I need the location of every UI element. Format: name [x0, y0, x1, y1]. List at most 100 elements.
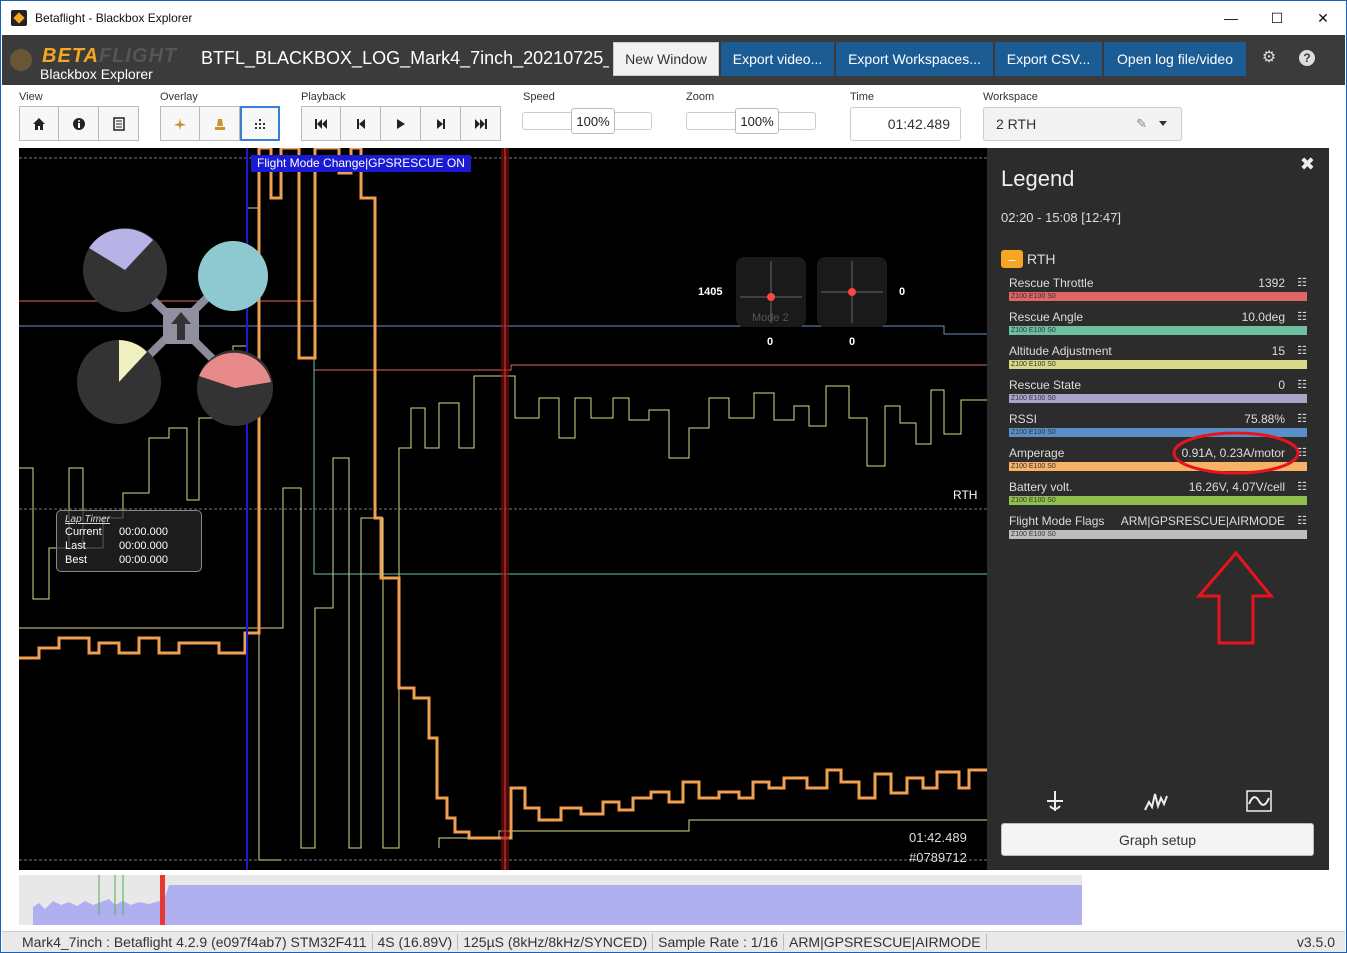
export-video-button[interactable]: Export video... [721, 42, 834, 76]
left-stick-bottom-value: 0 [767, 336, 774, 348]
zoom-slider[interactable]: 100% [686, 108, 816, 134]
speed-slider[interactable]: 100% [522, 108, 652, 134]
left-stick-value: 1405 [698, 286, 723, 298]
pencil-icon[interactable]: ✎ [1136, 116, 1147, 132]
lap-timer: Lap Timer Current 00:00.000 Last 00:00.000… [56, 510, 202, 572]
status-bar: Mark4_7inch : Betaflight 4.2.9 (e097f4ab… [2, 931, 1345, 952]
legend-item-name: Rescue Throttle [1009, 276, 1094, 290]
view-group [19, 106, 139, 141]
craft-icon[interactable] [160, 106, 200, 141]
legend-item[interactable]: Rescue State 0 ☷ Z100 E100 S0 [1009, 378, 1307, 408]
status-version: v3.5.0 [1296, 934, 1335, 950]
chevron-down-icon[interactable] [1159, 121, 1167, 126]
legend-item-name: Amperage [1009, 446, 1065, 460]
graph-canvas[interactable]: Flight Mode Change|GPSRESCUE ON Mode 2 1… [19, 148, 987, 870]
anchor-icon[interactable] [1042, 788, 1068, 820]
flight-mode-change-label: Flight Mode Change|GPSRESCUE ON [251, 155, 471, 172]
legend-item[interactable]: Rescue Angle 10.0deg ☷ Z100 E100 S0 [1009, 310, 1307, 340]
legend-group[interactable]: – RTH [1001, 250, 1056, 268]
annotation-overlay [1172, 431, 1300, 645]
info-icon[interactable] [59, 106, 99, 141]
overlay-group [160, 106, 280, 141]
histogram-icon[interactable]: ☷ [1297, 378, 1307, 391]
legend-title: Legend [1001, 166, 1075, 191]
skip-end-icon[interactable] [461, 106, 501, 141]
status-looptime: 125µS (8kHz/8kHz/SYNCED) [458, 934, 654, 950]
table-icon[interactable] [240, 106, 280, 141]
skip-start-icon[interactable] [301, 106, 341, 141]
workspace-select[interactable]: 2 RTH ✎ [983, 107, 1182, 141]
playback-group [301, 106, 501, 141]
rth-label: RTH [953, 488, 978, 502]
mode-label: Mode 2 [752, 312, 789, 324]
close-button[interactable]: ✕ [1300, 1, 1346, 35]
export-workspaces-button[interactable]: Export Workspaces... [836, 42, 993, 76]
app-header: BETAFLIGHT Blackbox Explorer BTFL_BLACKB… [2, 35, 1345, 85]
legend-item-value: 1392 [1258, 276, 1285, 290]
legend-item-bar: Z100 E100 S0 [1009, 292, 1307, 301]
graph-frame-number: #0789712 [909, 850, 967, 865]
home-icon[interactable] [19, 106, 59, 141]
legend-item-name: Rescue Angle [1009, 310, 1084, 324]
seek-bar[interactable] [19, 875, 1082, 925]
close-icon[interactable]: ✖ [1300, 154, 1315, 175]
seek-bar-overview [33, 875, 1082, 925]
overlay-label: Overlay [160, 91, 198, 103]
status-sample-rate: Sample Rate : 1/16 [653, 934, 784, 950]
app-window: Betaflight - Blackbox Explorer — ☐ ✕ BET… [0, 0, 1347, 953]
legend-item-bar: Z100 E100 S0 [1009, 360, 1307, 369]
legend-item-name: Battery volt. [1009, 480, 1073, 494]
maximize-button[interactable]: ☐ [1254, 1, 1300, 35]
minimize-button[interactable]: — [1208, 1, 1254, 35]
help-icon[interactable]: ? [1299, 50, 1315, 66]
collapse-icon[interactable]: – [1001, 250, 1023, 268]
workspace-value: 2 RTH [996, 116, 1037, 132]
open-log-button[interactable]: Open log file/video [1104, 42, 1246, 76]
legend-item-bar: Z100 E100 S0 [1009, 326, 1307, 335]
export-csv-button[interactable]: Export CSV... [995, 42, 1102, 76]
right-stick-bottom-value: 0 [849, 336, 856, 348]
legend-item-value: 15 [1271, 344, 1285, 358]
speed-value[interactable]: 100% [571, 108, 615, 134]
legend-item-name: Flight Mode Flags [1009, 514, 1105, 528]
playback-label: Playback [301, 91, 346, 103]
quad-overlay [77, 228, 273, 426]
status-flight-mode: ARM|GPSRESCUE|AIRMODE [784, 934, 987, 950]
spectrum-icon[interactable] [1143, 788, 1169, 820]
step-forward-icon[interactable] [421, 106, 461, 141]
histogram-icon[interactable]: ☷ [1297, 276, 1307, 289]
status-battery: 4S (16.89V) [373, 934, 459, 950]
status-firmware: Mark4_7inch : Betaflight 4.2.9 (e097f4ab… [2, 934, 373, 950]
list-icon[interactable] [99, 106, 139, 141]
legend-item-value: 10.0deg [1241, 310, 1285, 324]
legend-item[interactable]: Rescue Throttle 1392 ☷ Z100 E100 S0 [1009, 276, 1307, 306]
legend-item-name: RSSI [1009, 412, 1038, 426]
sticks-icon[interactable] [200, 106, 240, 141]
zoom-value[interactable]: 100% [735, 108, 779, 134]
legend-item-value: 0 [1278, 378, 1285, 392]
right-stick-box [817, 257, 887, 327]
gear-icon[interactable]: ⚙ [1260, 49, 1278, 67]
title-bar: Betaflight - Blackbox Explorer — ☐ ✕ [1, 1, 1346, 35]
right-stick-value: 0 [899, 286, 906, 298]
legend-range: 02:20 - 15:08 [12:47] [1001, 210, 1121, 225]
window-title: Betaflight - Blackbox Explorer [35, 11, 193, 25]
sine-wave-icon[interactable] [1246, 788, 1272, 820]
toolbar: View Overlay Playback Speed 100% Zoom 10… [2, 85, 1345, 147]
new-window-button[interactable]: New Window [613, 42, 719, 76]
time-label: Time [850, 91, 875, 103]
logo-subtitle: Blackbox Explorer [40, 66, 153, 82]
graph-setup-button[interactable]: Graph setup [1001, 823, 1314, 856]
legend-item-name: Rescue State [1009, 378, 1082, 392]
log-title: BTFL_BLACKBOX_LOG_Mark4_7inch_20210725_ [201, 48, 609, 68]
app-icon [11, 10, 27, 26]
legend-item[interactable]: Altitude Adjustment 15 ☷ Z100 E100 S0 [1009, 344, 1307, 374]
zoom-label: Zoom [686, 91, 715, 103]
histogram-icon[interactable]: ☷ [1297, 310, 1307, 323]
histogram-icon[interactable]: ☷ [1297, 344, 1307, 357]
time-input[interactable]: 01:42.489 [850, 107, 961, 141]
graph-time: 01:42.489 [909, 830, 967, 845]
play-icon[interactable] [381, 106, 421, 141]
view-label: View [19, 91, 43, 103]
step-back-icon[interactable] [341, 106, 381, 141]
